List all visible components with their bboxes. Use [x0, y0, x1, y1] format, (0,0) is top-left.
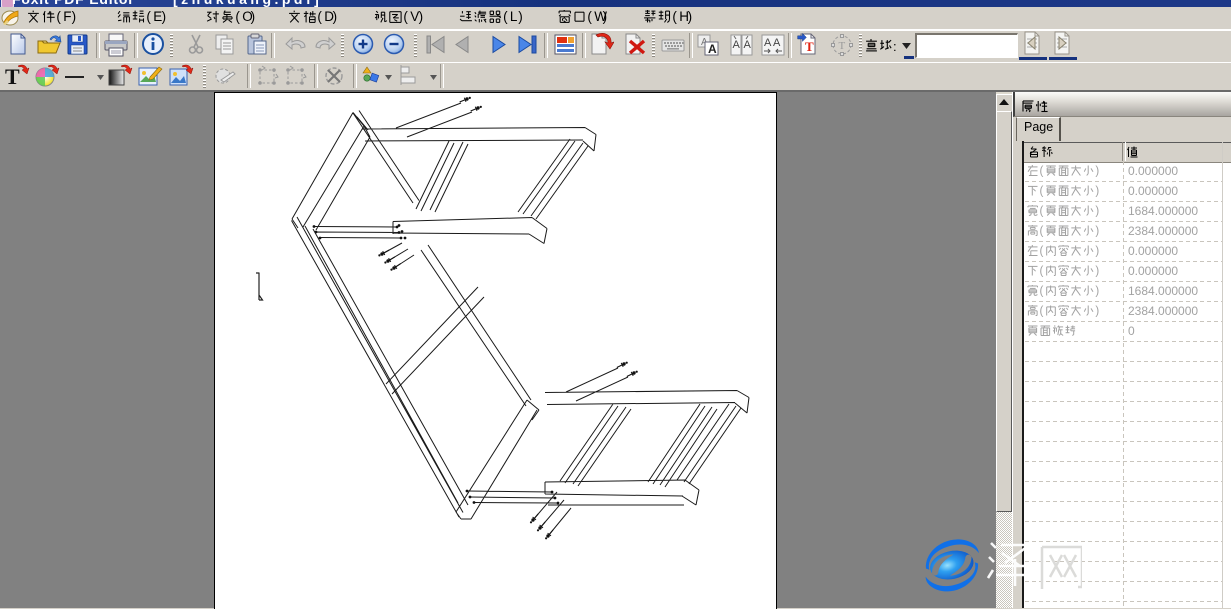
svg-text:(: (	[1040, 166, 1044, 178]
svg-text:(: (	[1040, 206, 1044, 218]
svg-text:): )	[1095, 226, 1099, 238]
svg-text:): )	[1095, 246, 1099, 258]
svg-text:): )	[1095, 286, 1099, 298]
svg-text:(: (	[1040, 186, 1044, 198]
svg-text:(: (	[1040, 306, 1044, 318]
svg-text:): )	[1095, 206, 1099, 218]
svg-text:(: (	[1040, 226, 1044, 238]
svg-text:): )	[1095, 306, 1099, 318]
svg-text:(: (	[1040, 286, 1044, 298]
svg-text:): )	[1095, 266, 1099, 278]
svg-text:(: (	[1040, 266, 1044, 278]
svg-text:(: (	[1040, 246, 1044, 258]
svg-text:): )	[1095, 186, 1099, 198]
svg-text:): )	[1095, 166, 1099, 178]
